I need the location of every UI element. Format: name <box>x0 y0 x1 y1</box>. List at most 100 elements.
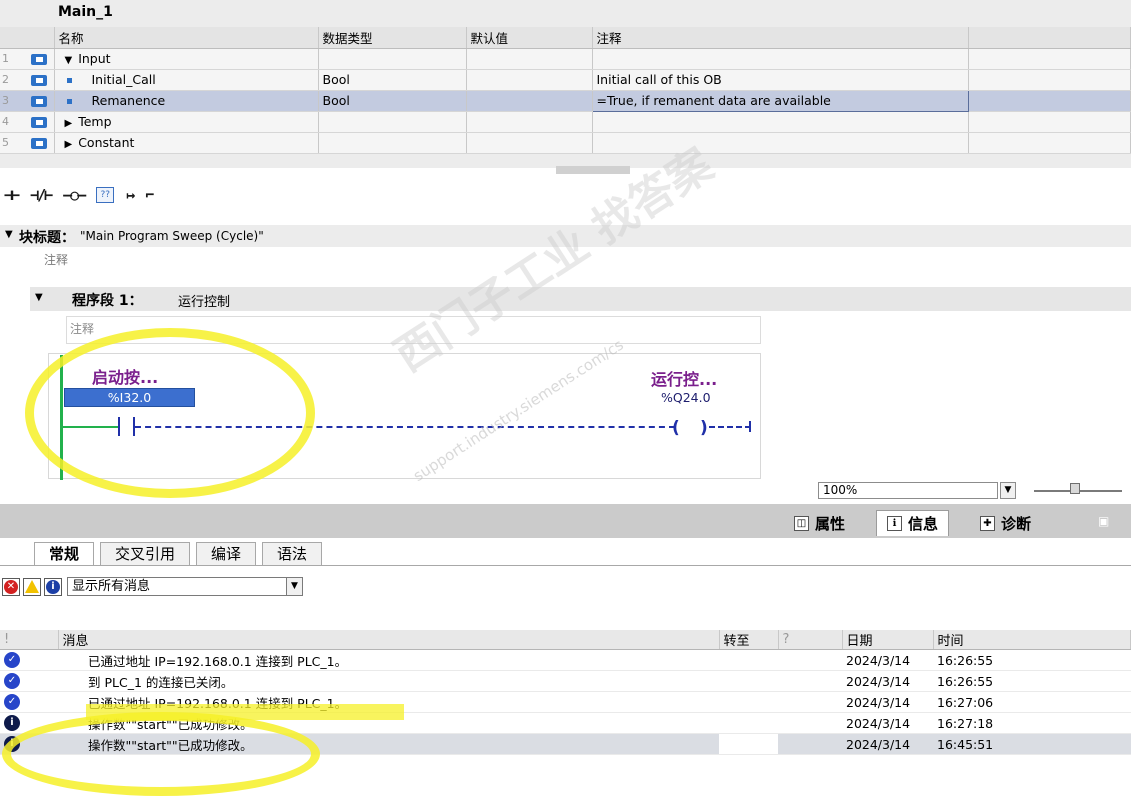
interface-row-constant[interactable]: 5 ▶ Constant <box>0 132 1131 154</box>
column-comment[interactable]: 注释 <box>592 27 969 49</box>
default-cell[interactable] <box>466 111 593 133</box>
expand-down-icon[interactable]: ▼ <box>65 55 73 66</box>
comment-cell[interactable] <box>592 48 969 70</box>
comment-cell[interactable]: =True, if remanent data are available <box>591 89 969 112</box>
info-tab-icon: ℹ <box>887 516 902 531</box>
collapse-icon[interactable]: ▼ <box>35 292 43 303</box>
row-number-header <box>0 27 55 49</box>
diagnostics-icon: ✚ <box>980 515 995 531</box>
default-cell[interactable] <box>466 69 593 91</box>
coil-address[interactable]: %Q24.0 <box>661 390 711 405</box>
block-name: Main_1 <box>58 4 113 20</box>
column-datatype[interactable]: 数据类型 <box>318 27 467 49</box>
column-date[interactable]: 日期 <box>842 630 934 650</box>
open-branch-icon[interactable]: ↦ <box>126 186 135 204</box>
message-row[interactable]: ✓ 已通过地址 IP=192.168.0.1 连接到 PLC_1。 2024/3… <box>0 649 1131 671</box>
interface-section-icon <box>30 137 47 149</box>
float-window-icon[interactable]: ▣ <box>1098 514 1109 528</box>
row-number: 2 <box>2 73 9 86</box>
datatype-cell[interactable]: Bool <box>318 90 467 112</box>
success-check-icon: ✓ <box>4 652 20 669</box>
interface-row-initial-call[interactable]: 2 Initial_Call Bool Initial call of this… <box>0 69 1131 91</box>
message-row[interactable]: ✓ 到 PLC_1 的连接已关闭。 2024/3/14 16:26:55 <box>0 670 1131 692</box>
variable-icon <box>30 74 47 86</box>
warning-filter-icon[interactable] <box>23 577 41 596</box>
nc-contact-icon[interactable]: ⊣/⊢ <box>30 186 53 204</box>
interface-row-input[interactable]: 1 ▼ Input <box>0 48 1131 70</box>
filter-value: 显示所有消息 <box>72 579 151 594</box>
network-title[interactable]: 运行控制 <box>178 291 230 310</box>
column-name[interactable]: 名称 <box>54 27 319 49</box>
tab-syntax[interactable]: 语法 <box>262 542 323 566</box>
tab-diagnostics[interactable]: ✚ 诊断 <box>970 510 1041 536</box>
comment-cell[interactable]: Initial call of this OB <box>592 69 969 91</box>
interface-row-remanence[interactable]: 3 Remanence Bool =True, if remanent data… <box>0 89 1131 112</box>
error-filter-icon[interactable]: ✕ <box>2 577 20 596</box>
datatype-cell[interactable] <box>318 132 467 154</box>
default-cell[interactable] <box>466 48 593 70</box>
datatype-cell[interactable] <box>318 48 467 70</box>
zoom-select[interactable]: 100% <box>818 482 998 499</box>
column-help[interactable]: ? <box>778 630 843 650</box>
section-name: Temp <box>78 114 112 129</box>
interface-row-temp[interactable]: 4 ▶ Temp <box>0 111 1131 133</box>
column-default[interactable]: 默认值 <box>466 27 593 49</box>
info-sub-tabs: 常规 交叉引用 编译 语法 <box>34 542 323 566</box>
contact-left-bar[interactable] <box>118 417 120 436</box>
message-text: 操作数""start""已成功修改。 <box>58 712 719 734</box>
block-title-label: 块标题： <box>19 230 75 246</box>
block-title-value[interactable]: "Main Program Sweep (Cycle)" <box>80 229 264 243</box>
expand-right-icon[interactable]: ▶ <box>65 118 73 129</box>
message-filter-select[interactable]: 显示所有消息 ▼ <box>67 577 303 596</box>
tab-cross-reference[interactable]: 交叉引用 <box>100 542 191 566</box>
coil-icon[interactable]: –○– <box>63 186 86 204</box>
close-branch-icon[interactable]: ⌐ <box>145 186 154 204</box>
row-number: 3 <box>2 94 9 107</box>
coil-right-icon[interactable]: ) <box>700 418 708 438</box>
tab-compile[interactable]: 编译 <box>196 542 257 566</box>
section-name: Input <box>78 51 111 66</box>
datatype-cell[interactable]: Bool <box>318 69 467 91</box>
column-time[interactable]: 时间 <box>933 630 1131 650</box>
message-row-selected[interactable]: i 操作数""start""已成功修改。 2024/3/14 16:45:51 <box>0 733 1131 755</box>
info-filter-icon[interactable]: i <box>44 577 62 596</box>
chevron-down-icon[interactable]: ▼ <box>1000 482 1016 499</box>
network-comment-box[interactable] <box>66 316 761 344</box>
divider <box>0 565 1131 566</box>
empty-box-icon[interactable]: ?? <box>96 187 115 203</box>
expand-right-icon[interactable]: ▶ <box>65 139 73 150</box>
zoom-slider-knob[interactable] <box>1070 483 1080 494</box>
chevron-down-icon[interactable]: ▼ <box>286 578 302 595</box>
interface-splitter-handle[interactable] <box>556 166 630 174</box>
section-name: Constant <box>78 135 135 150</box>
variable-name: Initial_Call <box>91 72 156 87</box>
message-row[interactable]: i 操作数""start""已成功修改。 2024/3/14 16:27:18 <box>0 712 1131 734</box>
success-check-icon: ✓ <box>4 673 20 690</box>
block-comment[interactable]: 注释 <box>44 251 68 268</box>
column-severity[interactable]: ! <box>0 630 59 650</box>
interface-section-icon <box>30 53 47 65</box>
comment-cell[interactable] <box>592 132 969 154</box>
tab-general[interactable]: 常规 <box>34 542 95 566</box>
collapse-icon[interactable]: ▼ <box>5 229 13 240</box>
message-date: 2024/3/14 <box>842 691 933 713</box>
row-number: 4 <box>2 115 9 128</box>
tab-properties[interactable]: ◫ 属性 <box>784 510 855 536</box>
bullet-icon <box>66 78 72 83</box>
lad-toolbar: ⊣⊢ ⊣/⊢ –○– ?? ↦ ⌐ <box>4 184 154 206</box>
message-text: 到 PLC_1 的连接已关闭。 <box>58 670 719 692</box>
message-date: 2024/3/14 <box>842 649 933 671</box>
unpowered-wire <box>709 426 751 428</box>
coil-left-icon[interactable]: ( <box>672 418 680 438</box>
default-cell[interactable] <box>466 90 593 112</box>
message-time: 16:26:55 <box>933 670 1131 692</box>
datatype-cell[interactable] <box>318 111 467 133</box>
tab-info[interactable]: ℹ 信息 <box>876 510 950 536</box>
variable-icon <box>30 95 47 107</box>
default-cell[interactable] <box>466 132 593 154</box>
column-message[interactable]: 消息 <box>58 630 720 650</box>
column-goto[interactable]: 转至 <box>719 630 779 650</box>
message-row[interactable]: ✓ 已通过地址 IP=192.168.0.1 连接到 PLC_1。 2024/3… <box>0 691 1131 713</box>
no-contact-icon[interactable]: ⊣⊢ <box>4 186 20 204</box>
comment-cell[interactable] <box>592 111 969 133</box>
